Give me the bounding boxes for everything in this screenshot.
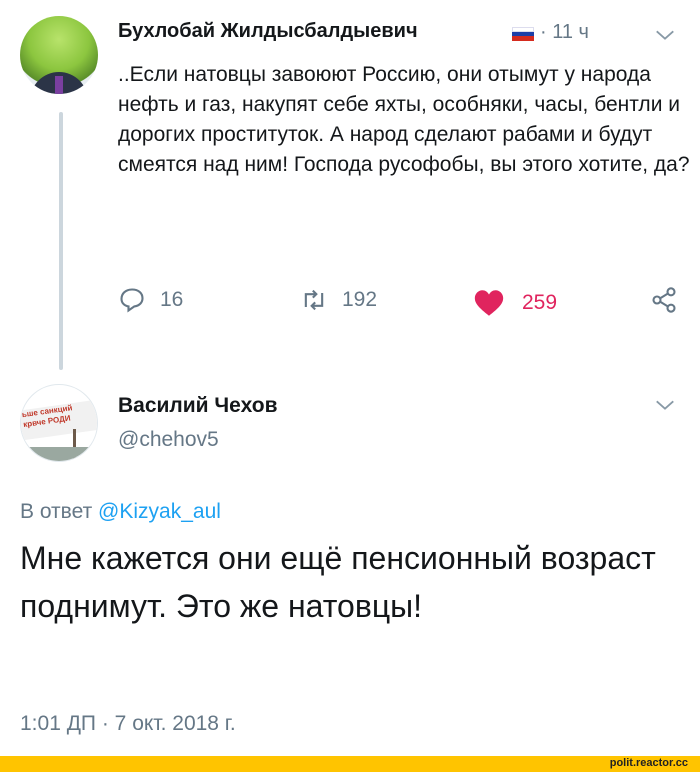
- retweet-icon: [304, 289, 324, 311]
- avatar-tie: [55, 76, 63, 94]
- watermark: polit.reactor.cc: [609, 757, 688, 769]
- like-button[interactable]: 259: [470, 286, 557, 320]
- avatar-ground: [21, 447, 97, 461]
- tweet-text: Мне кажется они ещё пенсионный возраст п…: [20, 540, 656, 624]
- time-separator: ·: [540, 21, 547, 43]
- reply-prefix: В ответ: [20, 500, 93, 523]
- chevron-down-icon[interactable]: [654, 24, 676, 46]
- tweet-actions: 16 192 259: [0, 286, 700, 320]
- footer-bar: polit.reactor.cc: [0, 756, 700, 772]
- avatar[interactable]: [20, 16, 98, 94]
- reply-mention-link[interactable]: @Kizyak_aul: [98, 500, 221, 523]
- reply-button[interactable]: 16: [118, 286, 183, 314]
- time-ago: 11 ч: [552, 21, 589, 43]
- heart-icon: [474, 290, 504, 316]
- reply-context: В ответ @Kizyak_aul: [20, 500, 221, 524]
- thread-connector-line: [59, 112, 63, 370]
- russian-flag-icon: [512, 27, 534, 41]
- reply-icon: [120, 288, 144, 313]
- reply-count: 16: [160, 288, 184, 311]
- tweet-text: ..Если натовцы завоюют Россию, они отыму…: [118, 63, 690, 176]
- like-count: 259: [522, 291, 558, 314]
- retweet-button[interactable]: 192: [300, 286, 377, 314]
- retweet-count: 192: [342, 288, 378, 311]
- share-icon: [652, 287, 676, 313]
- tweet-time[interactable]: · 11 ч: [540, 21, 589, 44]
- author-handle[interactable]: @chehov5: [118, 428, 219, 452]
- chevron-down-icon[interactable]: [654, 394, 676, 416]
- author-name[interactable]: Василий Чехов: [118, 394, 277, 418]
- author-name[interactable]: Бухлобай Жилдысбалдыевич: [118, 20, 418, 43]
- avatar-sign: ьше санкций крвче РОДИ: [21, 399, 97, 441]
- share-button[interactable]: [650, 286, 692, 314]
- avatar[interactable]: ьше санкций крвче РОДИ: [20, 384, 98, 462]
- tweet-timestamp[interactable]: 1:01 ДП · 7 окт. 2018 г.: [20, 712, 236, 736]
